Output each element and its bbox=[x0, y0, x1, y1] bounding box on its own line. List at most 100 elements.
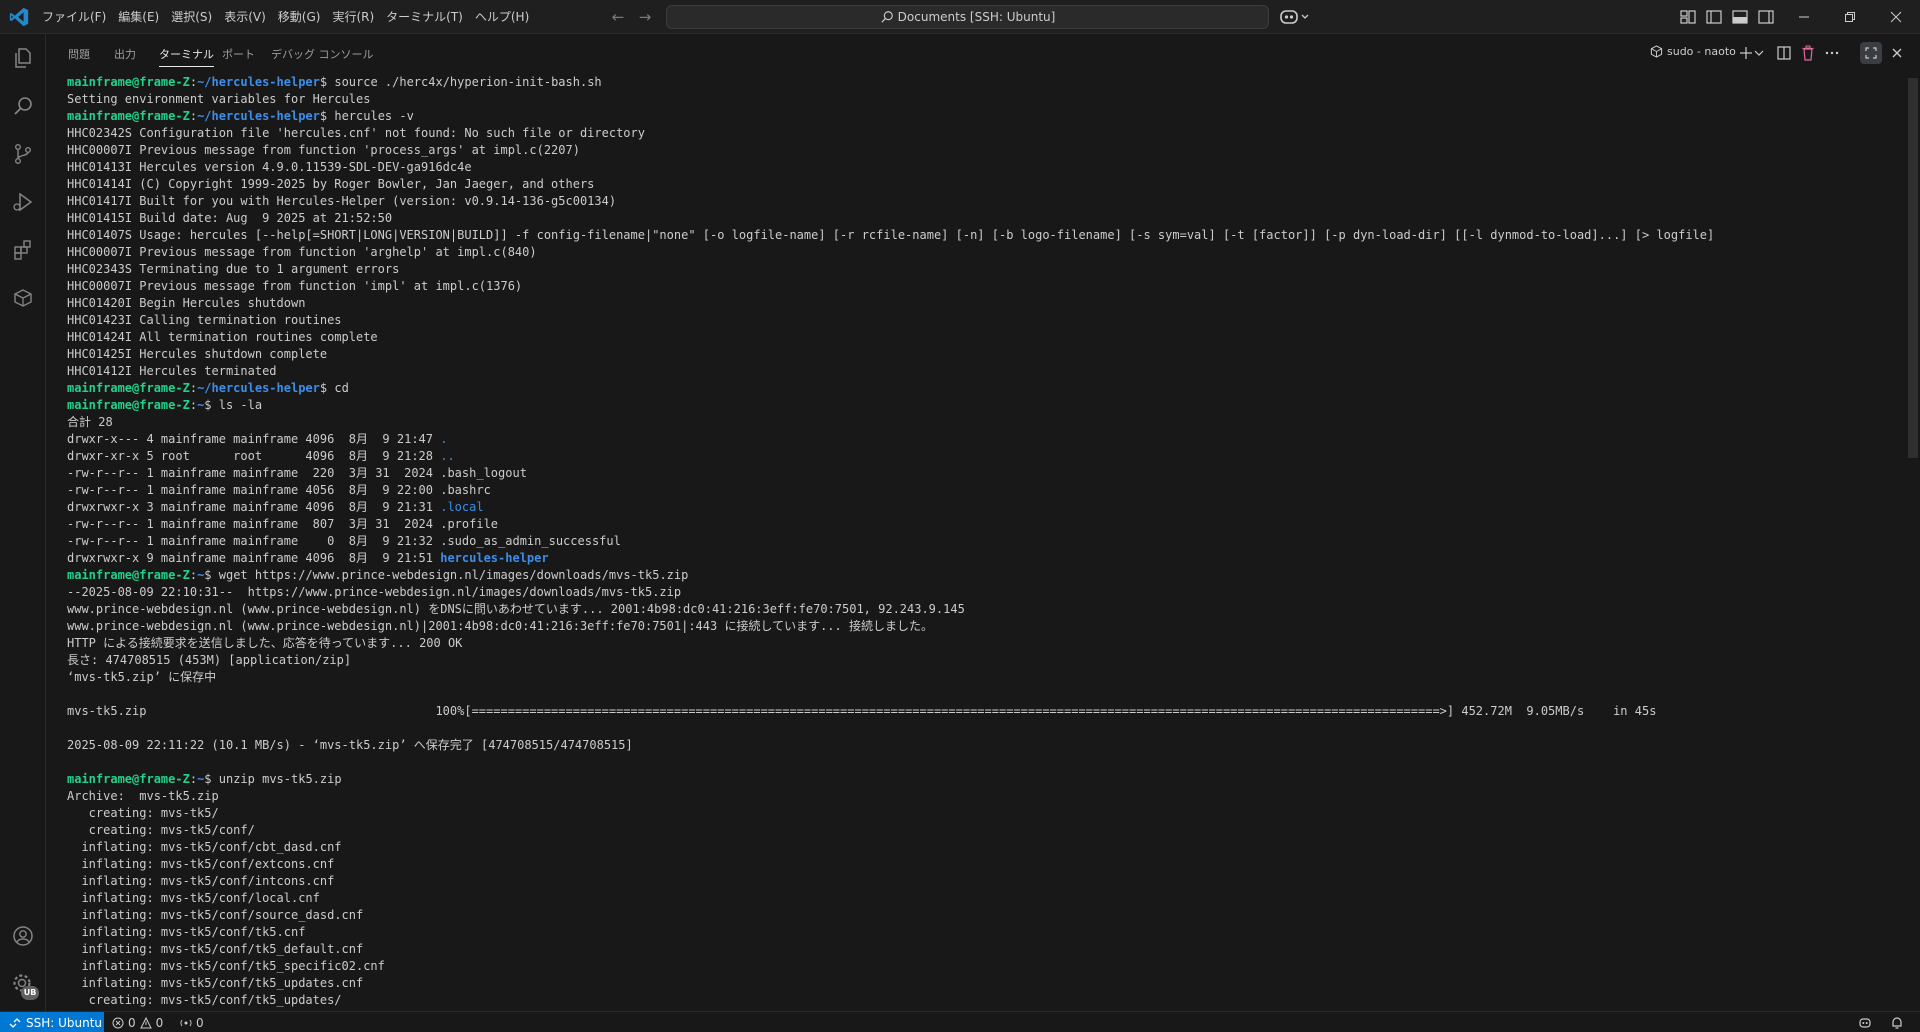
scrollbar-thumb[interactable] bbox=[1908, 78, 1918, 458]
split-terminal-icon[interactable] bbox=[1775, 44, 1793, 62]
terminal-line: HHC02343S Terminating due to 1 argument … bbox=[67, 261, 1900, 278]
terminal-line: HHC01412I Hercules terminated bbox=[67, 363, 1900, 380]
tab-output[interactable]: 出力 bbox=[114, 46, 136, 62]
output-text: Archive: mvs-tk5.zip bbox=[67, 789, 219, 803]
terminal-line: drwxrwxr-x 9 mainframe mainframe 4096 8月… bbox=[67, 550, 1900, 567]
terminal-line: mainframe@frame-Z:~$ wget https://www.pr… bbox=[67, 568, 689, 582]
menu-run[interactable]: 実行(R) bbox=[326, 0, 380, 34]
menu-file[interactable]: ファイル(F) bbox=[36, 0, 112, 34]
extensions-icon[interactable] bbox=[11, 238, 35, 262]
tab-ports[interactable]: ポート bbox=[222, 46, 255, 62]
output-text: HHC02342S Configuration file 'hercules.c… bbox=[67, 126, 645, 140]
remote-explorer-icon[interactable] bbox=[11, 286, 35, 310]
minimize-button[interactable] bbox=[1781, 0, 1827, 34]
terminal-line: 2025-08-09 22:11:22 (10.1 MB/s) - ‘mvs-t… bbox=[67, 737, 1900, 754]
warning-count: 0 bbox=[155, 1015, 164, 1030]
explorer-icon[interactable] bbox=[11, 46, 35, 70]
restore-button[interactable] bbox=[1827, 0, 1873, 34]
search-icon[interactable] bbox=[11, 94, 35, 118]
terminal-scrollbar[interactable] bbox=[1906, 74, 1918, 1010]
output-text: inflating: mvs-tk5/conf/extcons.cnf bbox=[67, 857, 335, 871]
tab-problems[interactable]: 問題 bbox=[68, 46, 90, 62]
ports-status[interactable]: 0 bbox=[180, 1012, 204, 1032]
close-panel-icon[interactable] bbox=[1888, 44, 1906, 62]
notifications-bell-icon[interactable] bbox=[1890, 1016, 1904, 1030]
trash-icon[interactable] bbox=[1799, 44, 1817, 62]
output-text: creating: mvs-tk5/ bbox=[67, 806, 219, 820]
prompt-command: $ wget https://www.prince-webdesign.nl/i… bbox=[204, 568, 689, 582]
prompt-user: mainframe@frame-Z bbox=[67, 772, 190, 786]
command-center-search[interactable]: Documents [SSH: Ubuntu] bbox=[666, 5, 1269, 29]
output-text: HHC00007I Previous message from function… bbox=[67, 279, 523, 293]
vscode-logo-icon bbox=[9, 7, 29, 27]
source-control-icon[interactable] bbox=[11, 142, 35, 166]
terminal-line: -rw-r--r-- 1 mainframe mainframe 0 8月 9 … bbox=[67, 533, 1900, 550]
output-text: creating: mvs-tk5/conf/ bbox=[67, 823, 255, 837]
remote-indicator[interactable]: SSH: Ubuntu bbox=[0, 1012, 104, 1032]
terminal-line: HHC01414I (C) Copyright 1999-2025 by Rog… bbox=[67, 176, 1900, 193]
menu-view[interactable]: 表示(V) bbox=[218, 0, 272, 34]
remote-icon bbox=[9, 1017, 21, 1028]
toggle-secondary-sidebar-icon[interactable] bbox=[1755, 6, 1777, 28]
output-text: HTTP による接続要求を送信しました、応答を待っています... 200 OK bbox=[67, 636, 463, 650]
terminal-line: inflating: mvs-tk5/conf/intcons.cnf bbox=[67, 873, 1900, 890]
more-actions-icon[interactable] bbox=[1823, 44, 1841, 62]
copilot-icon[interactable] bbox=[1278, 6, 1312, 28]
back-arrow-icon[interactable]: ← bbox=[609, 8, 627, 26]
tab-debug-console[interactable]: デバッグ コンソール bbox=[271, 46, 374, 62]
output-text: HHC01407S Usage: hercules [--help[=SHORT… bbox=[67, 228, 1715, 242]
output-text: drwxr-xr-x 5 root root 4096 8月 9 21:28 bbox=[67, 449, 441, 463]
status-bar: SSH: Ubuntu 0 0 0 bbox=[0, 1011, 1920, 1032]
terminal-line: 長さ: 474708515 (453M) [application/zip] bbox=[67, 652, 1900, 669]
terminal-line: www.prince-webdesign.nl (www.prince-webd… bbox=[67, 601, 1900, 618]
output-text: --2025-08-09 22:10:31-- https://www.prin… bbox=[67, 585, 682, 599]
maximize-panel-button[interactable] bbox=[1860, 42, 1882, 64]
output-text: drwxrwxr-x 3 mainframe mainframe 4096 8月… bbox=[67, 500, 441, 514]
tab-terminal[interactable]: ターミナル bbox=[159, 46, 214, 67]
problems-status[interactable]: 0 0 bbox=[112, 1012, 163, 1032]
toggle-primary-sidebar-icon[interactable] bbox=[1703, 6, 1725, 28]
prompt-path: ~/hercules-helper bbox=[197, 381, 320, 395]
output-text: Setting environment variables for Hercul… bbox=[67, 92, 371, 106]
terminal-line: -rw-r--r-- 1 mainframe mainframe 4056 8月… bbox=[67, 482, 1900, 499]
title-bar: ファイル(F) 編集(E) 選択(S) 表示(V) 移動(G) 実行(R) ター… bbox=[0, 0, 1920, 34]
forward-arrow-icon[interactable]: → bbox=[636, 8, 654, 26]
terminal-line: Archive: mvs-tk5.zip bbox=[67, 788, 1900, 805]
error-count: 0 bbox=[128, 1015, 136, 1030]
output-text: HHC02343S Terminating due to 1 argument … bbox=[67, 262, 400, 276]
chevron-down-icon[interactable] bbox=[1753, 44, 1765, 62]
run-and-debug-icon[interactable] bbox=[11, 190, 35, 214]
terminal-line: mainframe@frame-Z:~/hercules-helper$ her… bbox=[67, 109, 414, 123]
menu-edit[interactable]: 編集(E) bbox=[112, 0, 165, 34]
prompt-user: mainframe@frame-Z bbox=[67, 381, 190, 395]
menu-bar: ファイル(F) 編集(E) 選択(S) 表示(V) 移動(G) 実行(R) ター… bbox=[36, 0, 535, 34]
prompt-command: $ source ./herc4x/hyperion-init-bash.sh bbox=[319, 75, 602, 89]
menu-help[interactable]: ヘルプ(H) bbox=[469, 0, 535, 34]
menu-selection[interactable]: 選択(S) bbox=[165, 0, 218, 34]
output-text: -rw-r--r-- 1 mainframe mainframe 807 3月 … bbox=[67, 517, 499, 531]
terminal-output[interactable]: mainframe@frame-Z:~/hercules-helper$ sou… bbox=[67, 74, 1900, 1010]
output-text: ‘mvs-tk5.zip’ に保存中 bbox=[67, 670, 217, 684]
menu-go[interactable]: 移動(G) bbox=[272, 0, 327, 34]
terminal-line: mainframe@frame-Z:~$ ls -la bbox=[67, 398, 263, 412]
output-text: HHC00007I Previous message from function… bbox=[67, 143, 580, 157]
output-text: -rw-r--r-- 1 mainframe mainframe 220 3月 … bbox=[67, 466, 527, 480]
output-text: www.prince-webdesign.nl (www.prince-webd… bbox=[67, 602, 965, 616]
terminal-line: HTTP による接続要求を送信しました、応答を待っています... 200 OK bbox=[67, 635, 1900, 652]
accounts-badge: UB bbox=[21, 986, 39, 1000]
terminal-line: -rw-r--r-- 1 mainframe mainframe 220 3月 … bbox=[67, 465, 1900, 482]
menu-terminal[interactable]: ターミナル(T) bbox=[380, 0, 469, 34]
prompt-command: $ cd bbox=[319, 381, 349, 395]
terminal-line: HHC00007I Previous message from function… bbox=[67, 278, 1900, 295]
terminal-instance-label[interactable]: sudo - naoto bbox=[1650, 45, 1736, 58]
customize-layout-icon[interactable] bbox=[1677, 6, 1699, 28]
accounts-icon[interactable] bbox=[11, 924, 35, 948]
toggle-panel-icon[interactable] bbox=[1729, 6, 1751, 28]
copilot-status-icon[interactable] bbox=[1858, 1016, 1872, 1030]
terminal-line: ‘mvs-tk5.zip’ に保存中 bbox=[67, 669, 1900, 686]
terminal-line: inflating: mvs-tk5/conf/cbt_dasd.cnf bbox=[67, 839, 1900, 856]
output-text: HHC01420I Begin Hercules shutdown bbox=[67, 296, 306, 310]
prompt-user: mainframe@frame-Z bbox=[67, 109, 190, 123]
close-window-button[interactable] bbox=[1873, 0, 1919, 34]
remote-label: SSH: Ubuntu bbox=[26, 1015, 103, 1030]
